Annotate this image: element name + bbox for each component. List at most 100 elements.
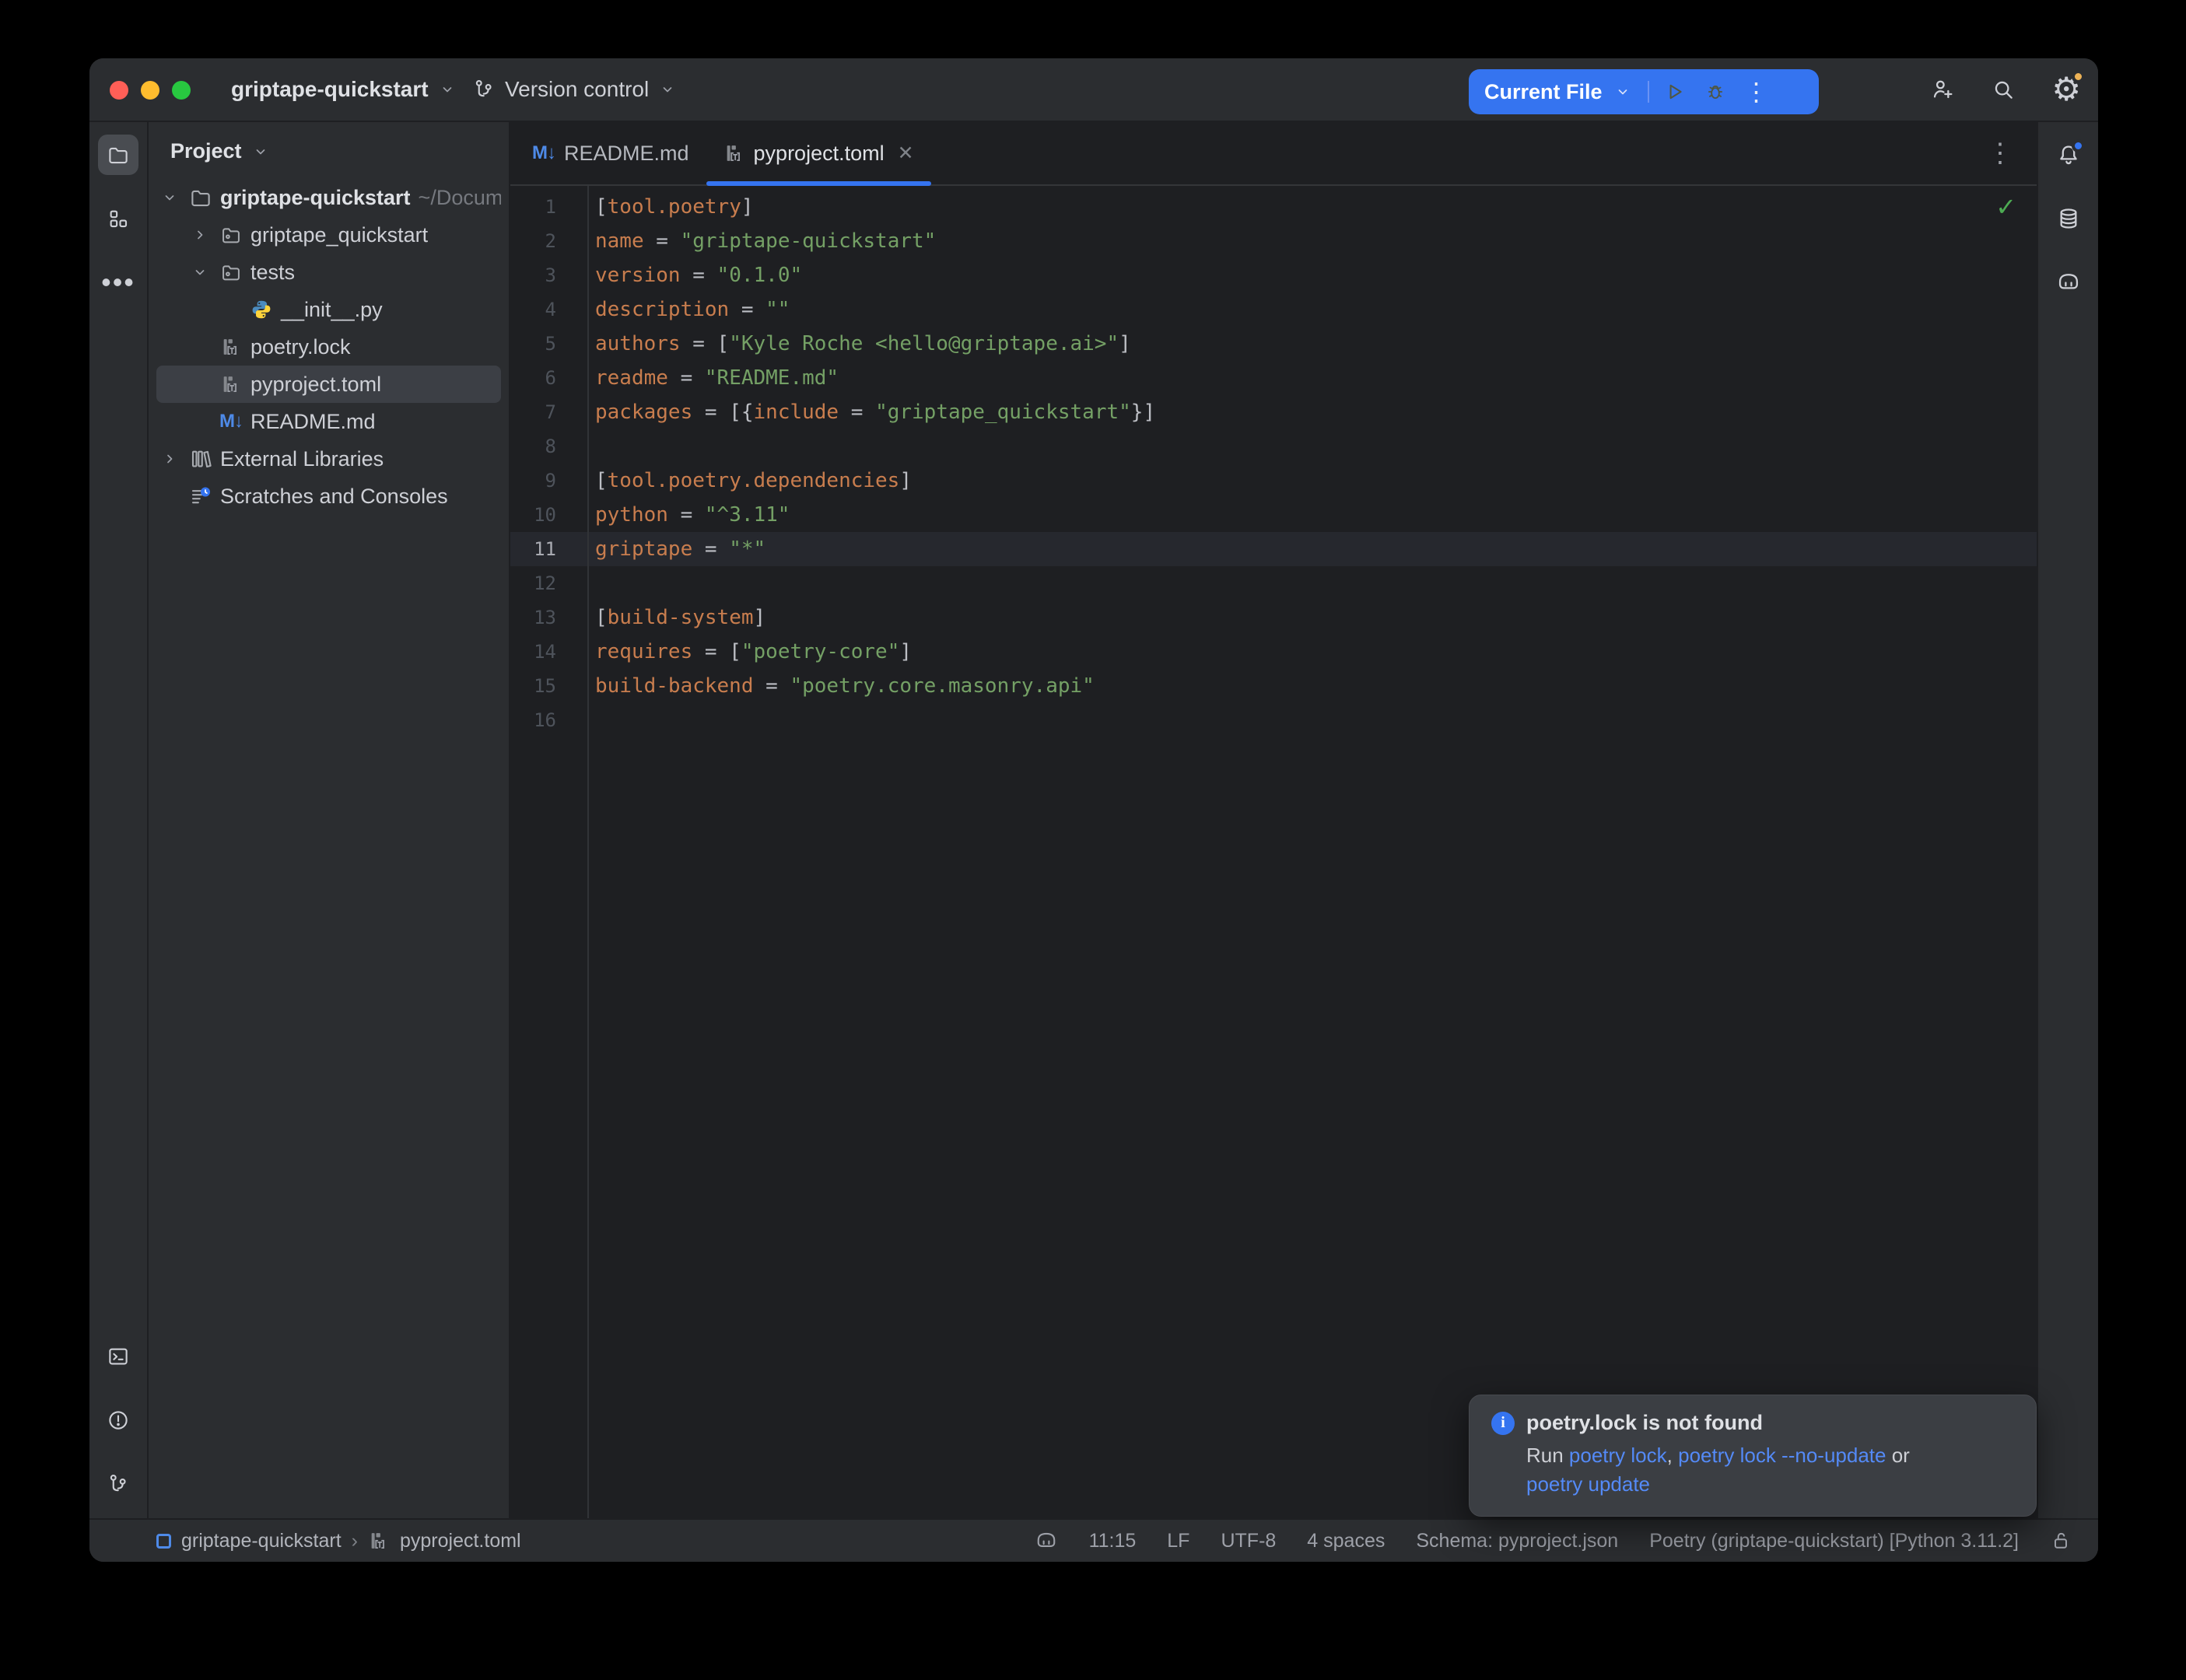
project-panel-header[interactable]: Project — [149, 127, 509, 179]
notification-line: poetry update — [1526, 1470, 2014, 1499]
notification-action-link[interactable]: poetry lock — [1569, 1444, 1667, 1467]
tabs: M↓README.mdpyproject.toml✕ — [515, 122, 931, 184]
gutter-divider — [587, 186, 589, 1518]
status-item[interactable]: 11:15 — [1089, 1530, 1137, 1552]
database-tool-button[interactable] — [2048, 198, 2089, 239]
tree-item-griptape-quickstart[interactable]: griptape-quickstart~/Docume — [156, 179, 501, 216]
minimize-window-button[interactable] — [141, 81, 159, 100]
status-item[interactable]: LF — [1167, 1530, 1189, 1552]
code-token: description — [595, 298, 729, 321]
close-window-button[interactable] — [110, 81, 128, 100]
tree-item-griptape-quickstart[interactable]: griptape_quickstart — [156, 216, 501, 254]
tree-item-pyproject-toml[interactable]: pyproject.toml — [156, 366, 501, 403]
code-line-text: griptape = "*" — [587, 532, 765, 566]
code-token: ] — [754, 606, 766, 629]
status-item[interactable]: 4 spaces — [1307, 1530, 1385, 1552]
code-token: [ — [729, 640, 741, 663]
copilot-icon[interactable] — [1035, 1529, 1058, 1552]
tab-readme-md[interactable]: M↓README.md — [515, 122, 706, 184]
code-token: ] — [741, 195, 754, 219]
notification-action-link[interactable]: poetry lock --no-update — [1678, 1444, 1886, 1467]
code-token: = — [692, 401, 729, 424]
more-run-options-button[interactable]: ⋮ — [1744, 79, 1769, 104]
code-token: [ — [595, 195, 608, 219]
status-item[interactable]: UTF-8 — [1221, 1530, 1276, 1552]
line-number: 8 — [510, 429, 587, 464]
code-token: requires — [595, 640, 692, 663]
code-line-9[interactable]: 9[tool.poetry.dependencies] — [510, 464, 2037, 498]
libs-icon — [188, 447, 213, 471]
search-everywhere-button[interactable] — [1991, 77, 2016, 102]
terminal-tool-button[interactable] — [98, 1336, 138, 1377]
code-line-12[interactable]: 12 — [510, 566, 2037, 600]
ai-assistant-tool-button[interactable] — [2048, 262, 2089, 303]
code-line-15[interactable]: 15build-backend = "poetry.core.masonry.a… — [510, 669, 2037, 703]
code-line-5[interactable]: 5authors = ["Kyle Roche <hello@griptape.… — [510, 327, 2037, 361]
tree-item-external-libraries[interactable]: External Libraries — [156, 440, 501, 478]
inspections-ok-icon[interactable]: ✓ — [1995, 192, 2016, 222]
more-tool-windows-button[interactable]: ••• — [98, 262, 138, 303]
code-line-3[interactable]: 3version = "0.1.0" — [510, 258, 2037, 292]
zoom-window-button[interactable] — [172, 81, 191, 100]
run-button[interactable] — [1665, 82, 1685, 102]
project-tool-button[interactable] — [98, 135, 138, 175]
tab-pyproject-toml[interactable]: pyproject.toml✕ — [706, 122, 931, 184]
add-user-button[interactable] — [1930, 77, 1955, 102]
code-editor[interactable]: ✓ 1[tool.poetry]2name = "griptape-quicks… — [510, 186, 2037, 1518]
toml-icon — [723, 142, 745, 164]
code-token: "griptape-quickstart" — [681, 229, 937, 253]
tree-item--init-py[interactable]: __init__.py — [156, 291, 501, 328]
tab-options-button[interactable]: ⋮ — [1987, 138, 2013, 169]
run-widget[interactable]: Current File ⋮ — [1469, 69, 1819, 114]
settings-button[interactable]: ⚙ — [2051, 73, 2081, 106]
breadcrumb-item[interactable]: pyproject.toml — [400, 1530, 521, 1552]
chevron-right-icon[interactable] — [160, 450, 188, 468]
code-line-4[interactable]: 4description = "" — [510, 292, 2037, 327]
breadcrumb-separator: › — [352, 1530, 358, 1552]
chevron-right-icon[interactable] — [191, 226, 219, 244]
breadcrumb-item[interactable]: griptape-quickstart — [181, 1530, 342, 1552]
project-panel: Project griptape-quickstart~/Documegript… — [149, 122, 510, 1518]
lock-icon[interactable] — [2050, 1530, 2072, 1552]
code-line-14[interactable]: 14requires = ["poetry-core"] — [510, 635, 2037, 669]
problems-tool-button[interactable] — [98, 1400, 138, 1440]
notifications-button[interactable] — [2048, 135, 2089, 175]
project-widget[interactable]: griptape-quickstart — [231, 58, 457, 121]
tree-item-scratches-and-consoles[interactable]: Scratches and Consoles — [156, 478, 501, 515]
code-token: [ — [595, 469, 608, 492]
tree-item-poetry-lock[interactable]: poetry.lock — [156, 328, 501, 366]
md-icon: M↓ — [532, 142, 555, 164]
status-item[interactable]: Schema: pyproject.json — [1416, 1530, 1618, 1552]
notification-action-link[interactable]: poetry update — [1526, 1472, 1650, 1496]
code-line-2[interactable]: 2name = "griptape-quickstart" — [510, 224, 2037, 258]
status-item[interactable]: Poetry (griptape-quickstart) [Python 3.1… — [1649, 1530, 2019, 1552]
main-area: ••• Project griptape-quickstart~/Documeg… — [89, 121, 2098, 1518]
code-line-10[interactable]: 10python = "^3.11" — [510, 498, 2037, 532]
code-line-1[interactable]: 1[tool.poetry] — [510, 190, 2037, 224]
tree-item-path: ~/Docume — [419, 186, 501, 210]
close-tab-icon[interactable]: ✕ — [898, 142, 914, 165]
code-line-text: [tool.poetry.dependencies] — [587, 464, 912, 498]
code-line-16[interactable]: 16 — [510, 703, 2037, 737]
run-config-selector[interactable]: Current File — [1484, 80, 1603, 104]
code-token: "poetry.core.masonry.api" — [790, 674, 1094, 698]
debug-button[interactable] — [1705, 82, 1725, 102]
code-token: "^3.11" — [705, 503, 790, 527]
version-control-tool-button[interactable] — [98, 1464, 138, 1504]
code-line-13[interactable]: 13[build-system] — [510, 600, 2037, 635]
chevron-down-icon[interactable] — [160, 188, 188, 207]
tree-item-readme-md[interactable]: M↓README.md — [156, 403, 501, 440]
code-line-8[interactable]: 8 — [510, 429, 2037, 464]
code-token: "" — [765, 298, 790, 321]
pkg-folder-icon — [219, 261, 243, 283]
chevron-down-icon[interactable] — [191, 263, 219, 282]
code-token: "poetry-core" — [741, 640, 900, 663]
structure-tool-button[interactable] — [98, 198, 138, 239]
tree-item-tests[interactable]: tests — [156, 254, 501, 291]
code-line-11[interactable]: 11griptape = "*" — [510, 532, 2037, 566]
code-line-6[interactable]: 6readme = "README.md" — [510, 361, 2037, 395]
vcs-widget[interactable]: Version control — [472, 58, 677, 121]
editor-area: M↓README.mdpyproject.toml✕ ⋮ ✓ 1[tool.po… — [510, 122, 2037, 1518]
right-tool-strip — [2037, 122, 2098, 1518]
code-line-7[interactable]: 7packages = [{include = "griptape_quicks… — [510, 395, 2037, 429]
